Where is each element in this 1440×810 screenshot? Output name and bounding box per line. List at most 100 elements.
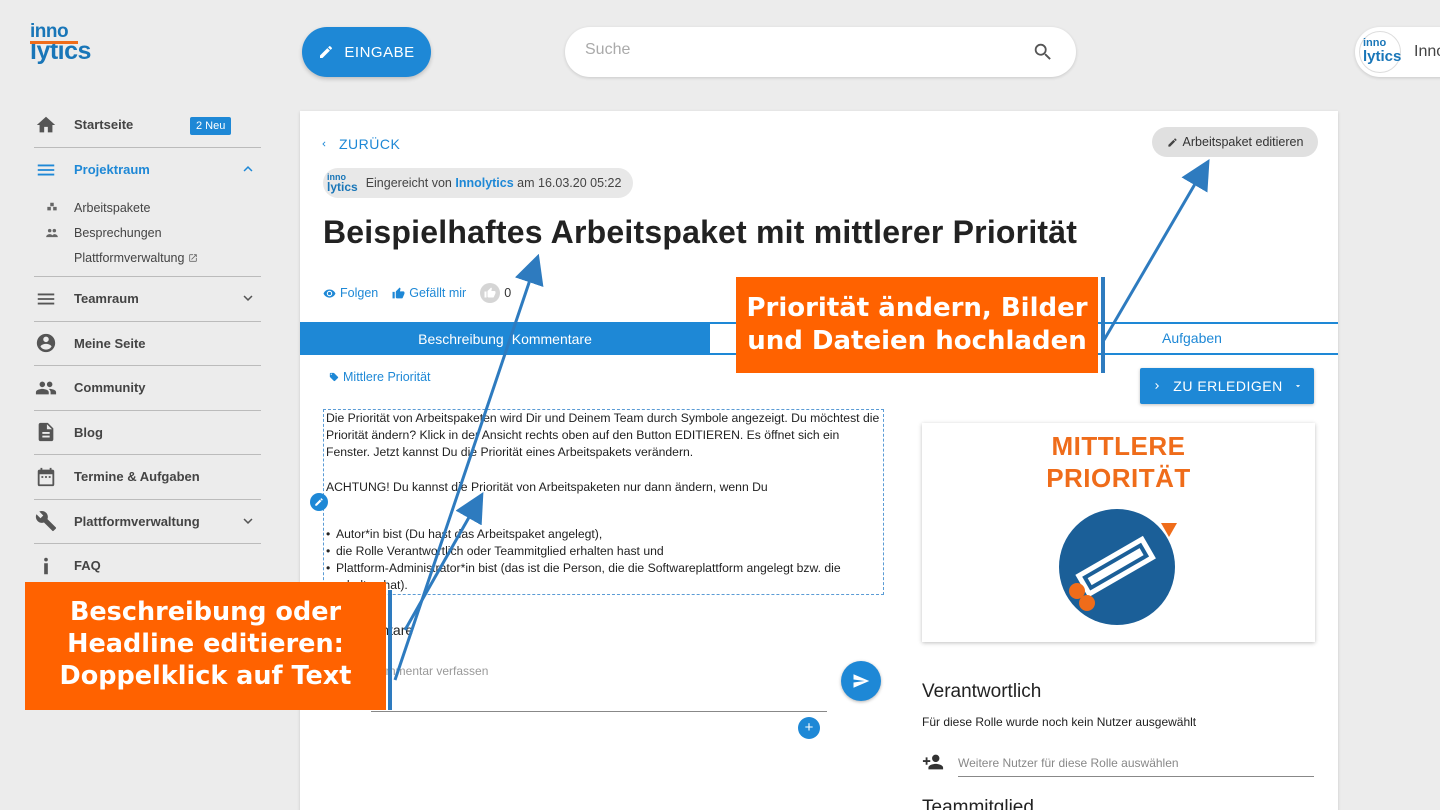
org-logo: inno lytics	[327, 173, 358, 193]
sidebar-subitem-label: Besprechungen	[74, 225, 162, 240]
wrench-icon	[34, 509, 58, 533]
sidebar-item-home[interactable]: Startseite 2 Neu	[34, 103, 261, 148]
info-icon	[34, 554, 58, 578]
follow-button[interactable]: Folgen	[323, 286, 378, 300]
account-icon	[34, 331, 58, 355]
like-label: Gefällt mir	[409, 286, 467, 300]
document-icon	[34, 420, 58, 444]
avatar: inno lytics	[1359, 31, 1401, 73]
chevron-up-icon[interactable]	[239, 160, 257, 183]
sidebar-item-meetings[interactable]: Besprechungen	[34, 220, 261, 245]
edit-description-icon[interactable]	[310, 493, 328, 511]
sidebar-item-blog[interactable]: Blog	[34, 411, 261, 455]
priority-tag-label: Mittlere Priorität	[343, 370, 431, 384]
avatar-line2: lytics	[1363, 48, 1402, 65]
sidebar-item-label: Projektraum	[74, 162, 150, 178]
sidebar-item-workpackages[interactable]: Arbeitspakete	[34, 195, 261, 220]
submitted-date: am 16.03.20 05:22	[517, 176, 622, 190]
callout-line: Doppelklick auf Text	[59, 661, 352, 691]
sidebar-item-label: Plattformverwaltung	[74, 513, 200, 529]
user-menu[interactable]: inno lytics Inno	[1355, 27, 1440, 77]
edit-button-label: Arbeitspaket editieren	[1182, 135, 1304, 149]
entry-button[interactable]: EINGABE	[302, 27, 431, 77]
chevron-down-icon[interactable]	[239, 512, 257, 535]
sidebar-item-label: Startseite	[74, 117, 134, 133]
sidebar-item-team[interactable]: Teamraum	[34, 277, 261, 322]
annotation-callout-priority: Priorität ändern, Bilder und Dateien hoc…	[736, 277, 1098, 373]
home-icon	[34, 113, 58, 137]
list-item: Plattform-Administrator*in bist (das ist…	[326, 560, 881, 594]
sidebar-item-community[interactable]: Community	[34, 366, 261, 411]
eye-icon	[323, 288, 336, 298]
entry-button-label: EINGABE	[344, 43, 415, 61]
submitted-prefix: Eingereicht von	[365, 176, 452, 190]
thumb-up-icon	[480, 283, 501, 303]
sidebar-item-platform-admin-link[interactable]: Plattformverwaltung	[34, 245, 261, 270]
description-paragraph: Die Priorität von Arbeitspaketen wird Di…	[326, 411, 880, 460]
back-link[interactable]: ZURÜCK	[319, 136, 400, 152]
page-title[interactable]: Beispielhaftes Arbeitspaket mit mittlere…	[323, 214, 1077, 251]
tab-tasks[interactable]: Aufgaben	[1162, 330, 1222, 346]
pencil-priority-icon	[1059, 509, 1177, 625]
tab-description[interactable]: Beschreibung Kommentare	[300, 324, 710, 353]
social-actions: Folgen Gefällt mir 0	[323, 283, 511, 303]
chevron-down-icon[interactable]	[239, 289, 257, 312]
add-attachment-button[interactable]: +	[798, 717, 820, 739]
send-comment-button[interactable]	[841, 661, 881, 701]
sidebar-item-events[interactable]: Termine & Aufgaben	[34, 455, 261, 500]
group-icon	[40, 226, 64, 240]
sidebar-item-platform[interactable]: Plattformverwaltung	[34, 500, 261, 544]
back-label: ZURÜCK	[339, 136, 401, 152]
user-name: Inno	[1414, 43, 1440, 60]
description-list: Autor*in bist (Du hast das Arbeitspaket …	[326, 526, 881, 595]
sidebar-item-label: FAQ	[74, 558, 101, 574]
tab-comments[interactable]: Kommentare	[512, 331, 592, 347]
like-button[interactable]: Gefällt mir	[392, 286, 466, 300]
edit-workpackage-button[interactable]: Arbeitspaket editieren	[1152, 127, 1318, 157]
todo-status-button[interactable]: ZU ERLEDIGEN	[1140, 368, 1314, 404]
add-user-icon[interactable]	[922, 751, 944, 773]
search-icon[interactable]	[1032, 41, 1054, 63]
sidebar-item-label: Meine Seite	[74, 335, 146, 351]
callout-line: und Dateien hochladen	[747, 326, 1087, 356]
priority-tag[interactable]: Mittlere Priorität	[329, 370, 431, 384]
todo-button-label: ZU ERLEDIGEN	[1173, 378, 1283, 394]
tab-description-label: Beschreibung	[418, 330, 504, 347]
follow-label: Folgen	[340, 286, 379, 300]
sidebar-item-label: Teamraum	[74, 291, 139, 307]
calendar-icon	[34, 465, 58, 489]
description-editor[interactable]: Die Priorität von Arbeitspaketen wird Di…	[323, 409, 884, 595]
submitter-org-link[interactable]: Innolytics	[455, 176, 513, 190]
annotation-callout-edit: Beschreibung oder Headline editieren: Do…	[25, 582, 386, 710]
like-count: 0	[504, 286, 512, 300]
people-icon	[34, 376, 58, 400]
thumb-up-icon	[392, 287, 405, 298]
priority-image-line2: PRIORITÄT	[1046, 463, 1191, 493]
comment-input[interactable]	[371, 664, 811, 678]
search-input[interactable]	[585, 41, 1005, 59]
innolytics-logo[interactable]: inno lytics	[30, 22, 92, 64]
sidebar-item-project[interactable]: Projektraum	[34, 148, 261, 193]
search-bar	[565, 27, 1076, 77]
pencil-icon	[1167, 137, 1177, 147]
priority-image-line1: MITTLERE	[1051, 431, 1186, 461]
chevron-right-icon	[1155, 383, 1160, 389]
sidebar-item-mypage[interactable]: Meine Seite	[34, 322, 261, 366]
like-counter: 0	[480, 283, 511, 303]
sidebar-item-label: Blog	[74, 424, 103, 440]
menu-icon	[34, 287, 58, 311]
responsible-user-field	[922, 749, 1314, 779]
callout-line: Beschreibung oder	[69, 597, 342, 627]
sidebar-subitem-label: Plattformverwaltung	[74, 250, 185, 265]
list-item: Autor*in bist (Du hast das Arbeitspaket …	[326, 526, 881, 543]
menu-icon	[34, 158, 58, 182]
callout-line: Priorität ändern, Bilder	[746, 293, 1088, 323]
responsible-user-input[interactable]	[958, 756, 1314, 777]
chevron-left-icon	[322, 141, 326, 147]
priority-image: MITTLERE PRIORITÄT	[922, 423, 1315, 642]
new-badge: 2 Neu	[190, 117, 232, 135]
description-paragraph: ACHTUNG! Du kannst die Priorität von Arb…	[326, 479, 768, 494]
workpackages-icon	[40, 201, 64, 215]
pencil-icon	[320, 45, 333, 58]
list-item: die Rolle Verantwortlich oder Teammitgli…	[326, 543, 881, 560]
